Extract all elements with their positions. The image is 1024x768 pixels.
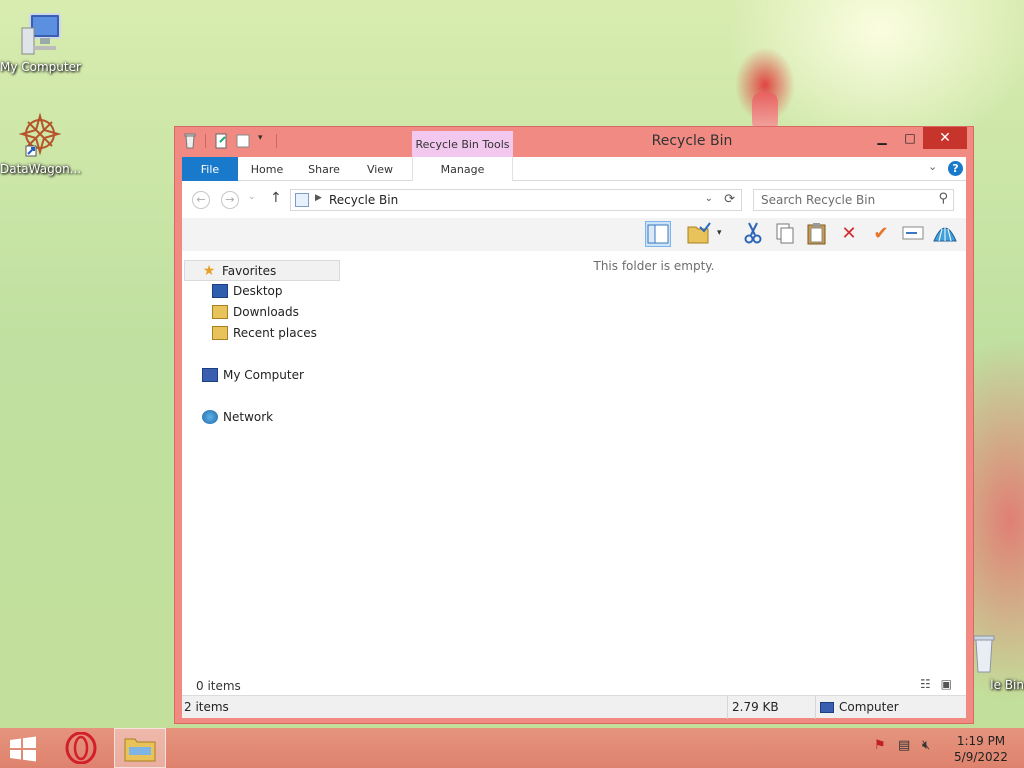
breadcrumb-recycle-bin[interactable]: Recycle Bin (329, 193, 398, 207)
rename-check-icon[interactable]: ✔ (868, 221, 894, 247)
recent-places-icon (212, 325, 228, 340)
folder-options-icon[interactable] (686, 221, 712, 247)
my-computer-icon (202, 367, 218, 382)
nav-favorites[interactable]: ★ Favorites (184, 260, 340, 281)
refresh-icon[interactable]: ⟳ (724, 192, 735, 207)
address-bar[interactable]: ▶ Recycle Bin ⌄ ⟳ (290, 189, 742, 211)
shell-icon[interactable] (932, 221, 958, 247)
ribbon-expand-icon[interactable]: ⌄ (928, 160, 937, 173)
tab-file[interactable]: File (182, 157, 238, 181)
empty-folder-message: This folder is empty. (593, 259, 715, 273)
copy-icon[interactable] (772, 221, 798, 247)
file-explorer-taskbar-button[interactable] (114, 728, 166, 768)
datawagon-shortcut-icon (16, 112, 64, 160)
status-size: 2.79 KB (732, 700, 779, 714)
opera-browser-icon[interactable] (64, 731, 98, 765)
window-body: File Home Share View Manage ⌄ ? ← → ⌄ ↑ … (182, 157, 966, 719)
recent-locations-icon[interactable]: ⌄ (248, 192, 256, 202)
search-box[interactable]: ⚲ (753, 189, 954, 211)
search-input[interactable] (754, 190, 929, 210)
status-location: Computer (820, 696, 899, 719)
tab-home[interactable]: Home (244, 157, 290, 181)
tab-share[interactable]: Share (302, 157, 346, 181)
cut-icon[interactable] (740, 221, 766, 247)
delete-icon[interactable]: ✕ (836, 221, 862, 247)
start-button[interactable] (8, 736, 38, 762)
desktop-icon-datawagon[interactable]: DataWagon... (0, 112, 81, 176)
navigation-pane: ★ Favorites Desktop Downloads Recent plac… (182, 251, 342, 671)
address-toolbar: ← → ⌄ ↑ ▶ Recycle Bin ⌄ ⟳ ⚲ (182, 182, 966, 218)
recycle-bin-small-icon (183, 133, 197, 149)
qat-divider (205, 134, 206, 148)
large-icons-view-icon[interactable]: ▣ (941, 677, 952, 691)
title-bar[interactable]: ▾ Recycle Bin Tools Recycle Bin ▁ □ ✕ (175, 127, 973, 158)
paste-icon[interactable] (804, 221, 830, 247)
help-icon[interactable]: ? (948, 161, 963, 176)
properties-icon[interactable] (214, 133, 228, 149)
preview-pane-icon[interactable] (645, 221, 671, 247)
taskbar: ⚑ ▤ 🔇︎ 1:19 PM 5/9/2022 (0, 728, 1024, 768)
up-button[interactable]: ↑ (270, 190, 282, 206)
ribbon-tabs: File Home Share View Manage ⌄ ? (182, 157, 966, 181)
tab-manage[interactable]: Manage (412, 157, 513, 181)
nav-desktop[interactable]: Desktop (212, 281, 283, 302)
item-count: 0 items (196, 679, 241, 693)
clock-date: 5/9/2022 (954, 750, 1008, 764)
computer-zone-icon (820, 702, 834, 713)
downloads-folder-icon (212, 304, 228, 319)
qat-dropdown-icon[interactable]: ▾ (258, 133, 268, 149)
search-icon[interactable]: ⚲ (938, 191, 948, 206)
address-dropdown-icon[interactable]: ⌄ (705, 193, 713, 204)
command-toolbar: ▾ ✕ ✔ (182, 218, 966, 251)
favorites-star-icon: ★ (202, 262, 216, 279)
recycle-bin-location-icon (295, 193, 309, 207)
action-center-flag-icon[interactable]: ⚑ (874, 738, 886, 753)
desktop-folder-icon (212, 283, 228, 298)
system-clock[interactable]: 1:19 PM 5/9/2022 (946, 733, 1016, 765)
details-view-icon[interactable]: ☷ (920, 677, 931, 691)
maximize-button[interactable]: □ (895, 127, 925, 149)
minimize-button[interactable]: ▁ (867, 127, 897, 149)
computer-icon (16, 10, 64, 58)
status-bar: 2 items 2.79 KB Computer (182, 695, 966, 719)
close-button[interactable]: ✕ (923, 127, 967, 149)
context-tab-recycle-bin-tools: Recycle Bin Tools (412, 131, 513, 158)
breadcrumb-separator-icon[interactable]: ▶ (315, 193, 322, 203)
forward-button[interactable]: → (221, 191, 239, 209)
new-folder-icon[interactable] (236, 133, 250, 149)
clock-time: 1:19 PM (956, 734, 1006, 748)
status-items: 2 items (184, 700, 229, 714)
status-divider (727, 696, 728, 719)
view-buttons: ☷ ▣ (920, 677, 952, 691)
tab-view[interactable]: View (360, 157, 400, 181)
nav-downloads[interactable]: Downloads (212, 302, 299, 323)
nav-my-computer[interactable]: My Computer (202, 365, 304, 386)
file-list-area[interactable]: This folder is empty. (342, 251, 966, 671)
explorer-window: ▾ Recycle Bin Tools Recycle Bin ▁ □ ✕ Fi… (174, 126, 974, 724)
network-tray-icon[interactable]: ▤ (898, 738, 910, 753)
qat-divider (276, 134, 277, 148)
folder-options-dropdown-icon[interactable]: ▾ (717, 228, 722, 238)
desktop-icon-my-computer[interactable]: My Computer (0, 10, 81, 74)
volume-muted-icon[interactable]: 🔇︎ (922, 738, 930, 753)
back-button[interactable]: ← (192, 191, 210, 209)
properties-toolbar-icon[interactable] (900, 221, 926, 247)
nav-network[interactable]: Network (202, 407, 273, 428)
nav-recent-places[interactable]: Recent places (212, 323, 317, 344)
window-title: Recycle Bin (651, 133, 733, 149)
status-divider (815, 696, 816, 719)
quick-access-toolbar: ▾ (183, 133, 277, 149)
network-icon (202, 409, 218, 424)
